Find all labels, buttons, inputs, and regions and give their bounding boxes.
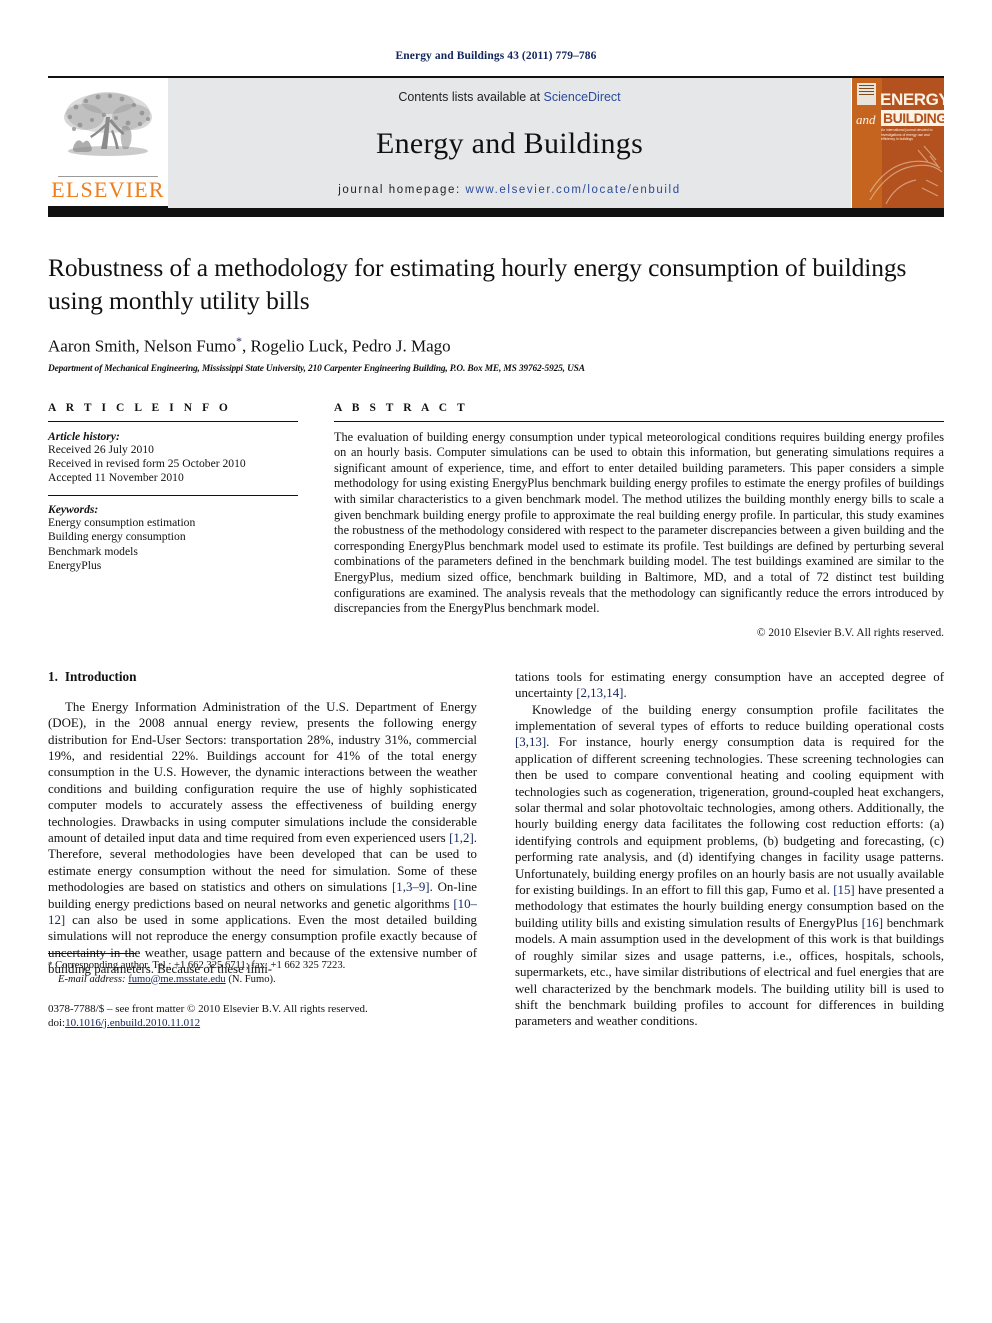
- intro-cont-end: .: [623, 686, 627, 701]
- elsevier-logo: ELSEVIER: [48, 78, 168, 208]
- article-info-label: A R T I C L E I N F O: [48, 401, 232, 414]
- abstract-column: A B S T R A C T The evaluation of buildi…: [334, 402, 944, 639]
- footnote-block: * Corresponding author. Tel.: +1 662 325…: [48, 953, 477, 1029]
- keywords-rule: [48, 494, 298, 496]
- homepage-url-link[interactable]: www.elsevier.com/locate/enbuild: [466, 184, 681, 196]
- cover-subtitle-text: An international journal devoted to inve…: [881, 128, 933, 142]
- author-list: Aaron Smith, Nelson Fumo*, Rogelio Luck,…: [48, 334, 944, 357]
- article-history-label: Article history:: [48, 429, 120, 443]
- section-heading-introduction: 1. Introduction: [48, 669, 477, 685]
- running-head: Energy and Buildings 43 (2011) 779–786: [395, 50, 597, 62]
- intro-paragraph-2: Knowledge of the building energy consump…: [515, 702, 944, 1030]
- section-title: Introduction: [64, 668, 137, 684]
- cover-buildings-text: BUILDINGS: [881, 110, 944, 126]
- imprint-block: 0378-7788/$ – see front matter © 2010 El…: [48, 1002, 477, 1030]
- intro-p2-text-a: Knowledge of the building energy consump…: [515, 702, 944, 733]
- article-history-item: Accepted 11 November 2010: [48, 471, 184, 485]
- citation-15[interactable]: [15]: [833, 883, 854, 897]
- contents-available-line: Contents lists available at ScienceDirec…: [398, 90, 620, 104]
- intro-p2-text-b: . For instance, hourly energy consumptio…: [515, 735, 944, 898]
- doi-link[interactable]: 10.1016/j.enbuild.2010.11.012: [65, 1017, 200, 1029]
- keyword-item: Building energy consumption: [48, 530, 186, 544]
- article-history-item: Received 26 July 2010: [48, 442, 154, 456]
- journal-band: Contents lists available at ScienceDirec…: [168, 78, 851, 208]
- keywords-label: Keywords:: [48, 502, 99, 516]
- sciencedirect-link[interactable]: ScienceDirect: [544, 90, 621, 104]
- body-columns: 1. Introduction The Energy Information Ad…: [48, 669, 944, 1030]
- author-affiliation: Department of Mechanical Engineering, Mi…: [48, 363, 585, 374]
- cover-and-text: and: [856, 112, 876, 127]
- email-suffix: (N. Fumo).: [225, 973, 276, 985]
- article-history-item: Received in revised form 25 October 2010: [48, 457, 246, 471]
- issn-copyright-line: 0378-7788/$ – see front matter © 2010 El…: [48, 1002, 368, 1015]
- keyword-item: Benchmark models: [48, 544, 138, 558]
- title-block: Robustness of a methodology for estimati…: [48, 217, 944, 374]
- footnote-divider: [48, 953, 136, 955]
- email-label: E-mail address:: [58, 973, 126, 985]
- masthead-bottom-rule: [48, 208, 944, 217]
- contents-prefix: Contents lists available at: [398, 90, 544, 104]
- body-column-left: 1. Introduction The Energy Information Ad…: [48, 669, 477, 1030]
- info-abstract-row: A R T I C L E I N F O Article history: R…: [48, 402, 944, 639]
- keyword-item: EnergyPlus: [48, 559, 102, 573]
- cover-badge-lines: [859, 85, 874, 95]
- citation-2-13-14[interactable]: [2,13,14]: [576, 686, 623, 700]
- section-number: 1.: [48, 668, 58, 684]
- keyword-item: Energy consumption estimation: [48, 515, 196, 529]
- article-title: Robustness of a methodology for estimati…: [48, 253, 907, 315]
- body-column-right: tations tools for estimating energy cons…: [515, 669, 944, 1030]
- article-info-rule: [48, 420, 298, 422]
- abstract-rule: [334, 420, 944, 422]
- journal-masthead: ELSEVIER Contents lists available at Sci…: [48, 76, 944, 208]
- paper-page: Energy and Buildings 43 (2011) 779–786 E…: [0, 0, 992, 1323]
- citation-3-13[interactable]: [3,13]: [515, 735, 546, 749]
- citation-1-2[interactable]: [1,2]: [449, 831, 474, 845]
- cover-energy-text: ENERGY: [880, 90, 944, 109]
- elsevier-wordmark: ELSEVIER: [51, 177, 165, 202]
- cover-publisher-badge: [857, 83, 876, 105]
- abstract-label: A B S T R A C T: [334, 401, 469, 414]
- homepage-label: journal homepage:: [338, 184, 466, 196]
- journal-title: Energy and Buildings: [375, 127, 644, 160]
- intro-paragraph-1-continued: tations tools for estimating energy cons…: [515, 669, 944, 702]
- intro-p2-text-d: benchmark models. A main assumption used…: [515, 915, 944, 1029]
- citation-16[interactable]: [16]: [862, 916, 883, 930]
- journal-homepage-line: journal homepage: www.elsevier.com/locat…: [338, 184, 680, 196]
- intro-paragraph-1: The Energy Information Administration of…: [48, 699, 477, 978]
- doi-label: doi:: [48, 1016, 66, 1029]
- elsevier-tree-icon: [64, 91, 152, 156]
- article-info-column: A R T I C L E I N F O Article history: R…: [48, 402, 298, 639]
- footnote-corresponding-text: Corresponding author. Tel.: +1 662 325 6…: [52, 960, 346, 972]
- abstract-text: The evaluation of building energy consum…: [334, 429, 944, 616]
- cover-diagram-icon: [869, 145, 943, 205]
- authors-lead: Aaron Smith, Nelson Fumo: [48, 336, 236, 356]
- abstract-copyright: © 2010 Elsevier B.V. All rights reserved…: [756, 626, 944, 639]
- journal-cover-thumbnail: ENERGY and BUILDINGS An international jo…: [851, 78, 944, 208]
- corresponding-author-footnote: * Corresponding author. Tel.: +1 662 325…: [48, 959, 477, 985]
- author-email-link[interactable]: fumo@me.msstate.edu: [128, 974, 225, 985]
- citation-1-3-9[interactable]: [1,3–9]: [392, 880, 430, 894]
- authors-tail: , Rogelio Luck, Pedro J. Mago: [241, 336, 451, 356]
- intro-text-a: The Energy Information Administration of…: [48, 699, 477, 846]
